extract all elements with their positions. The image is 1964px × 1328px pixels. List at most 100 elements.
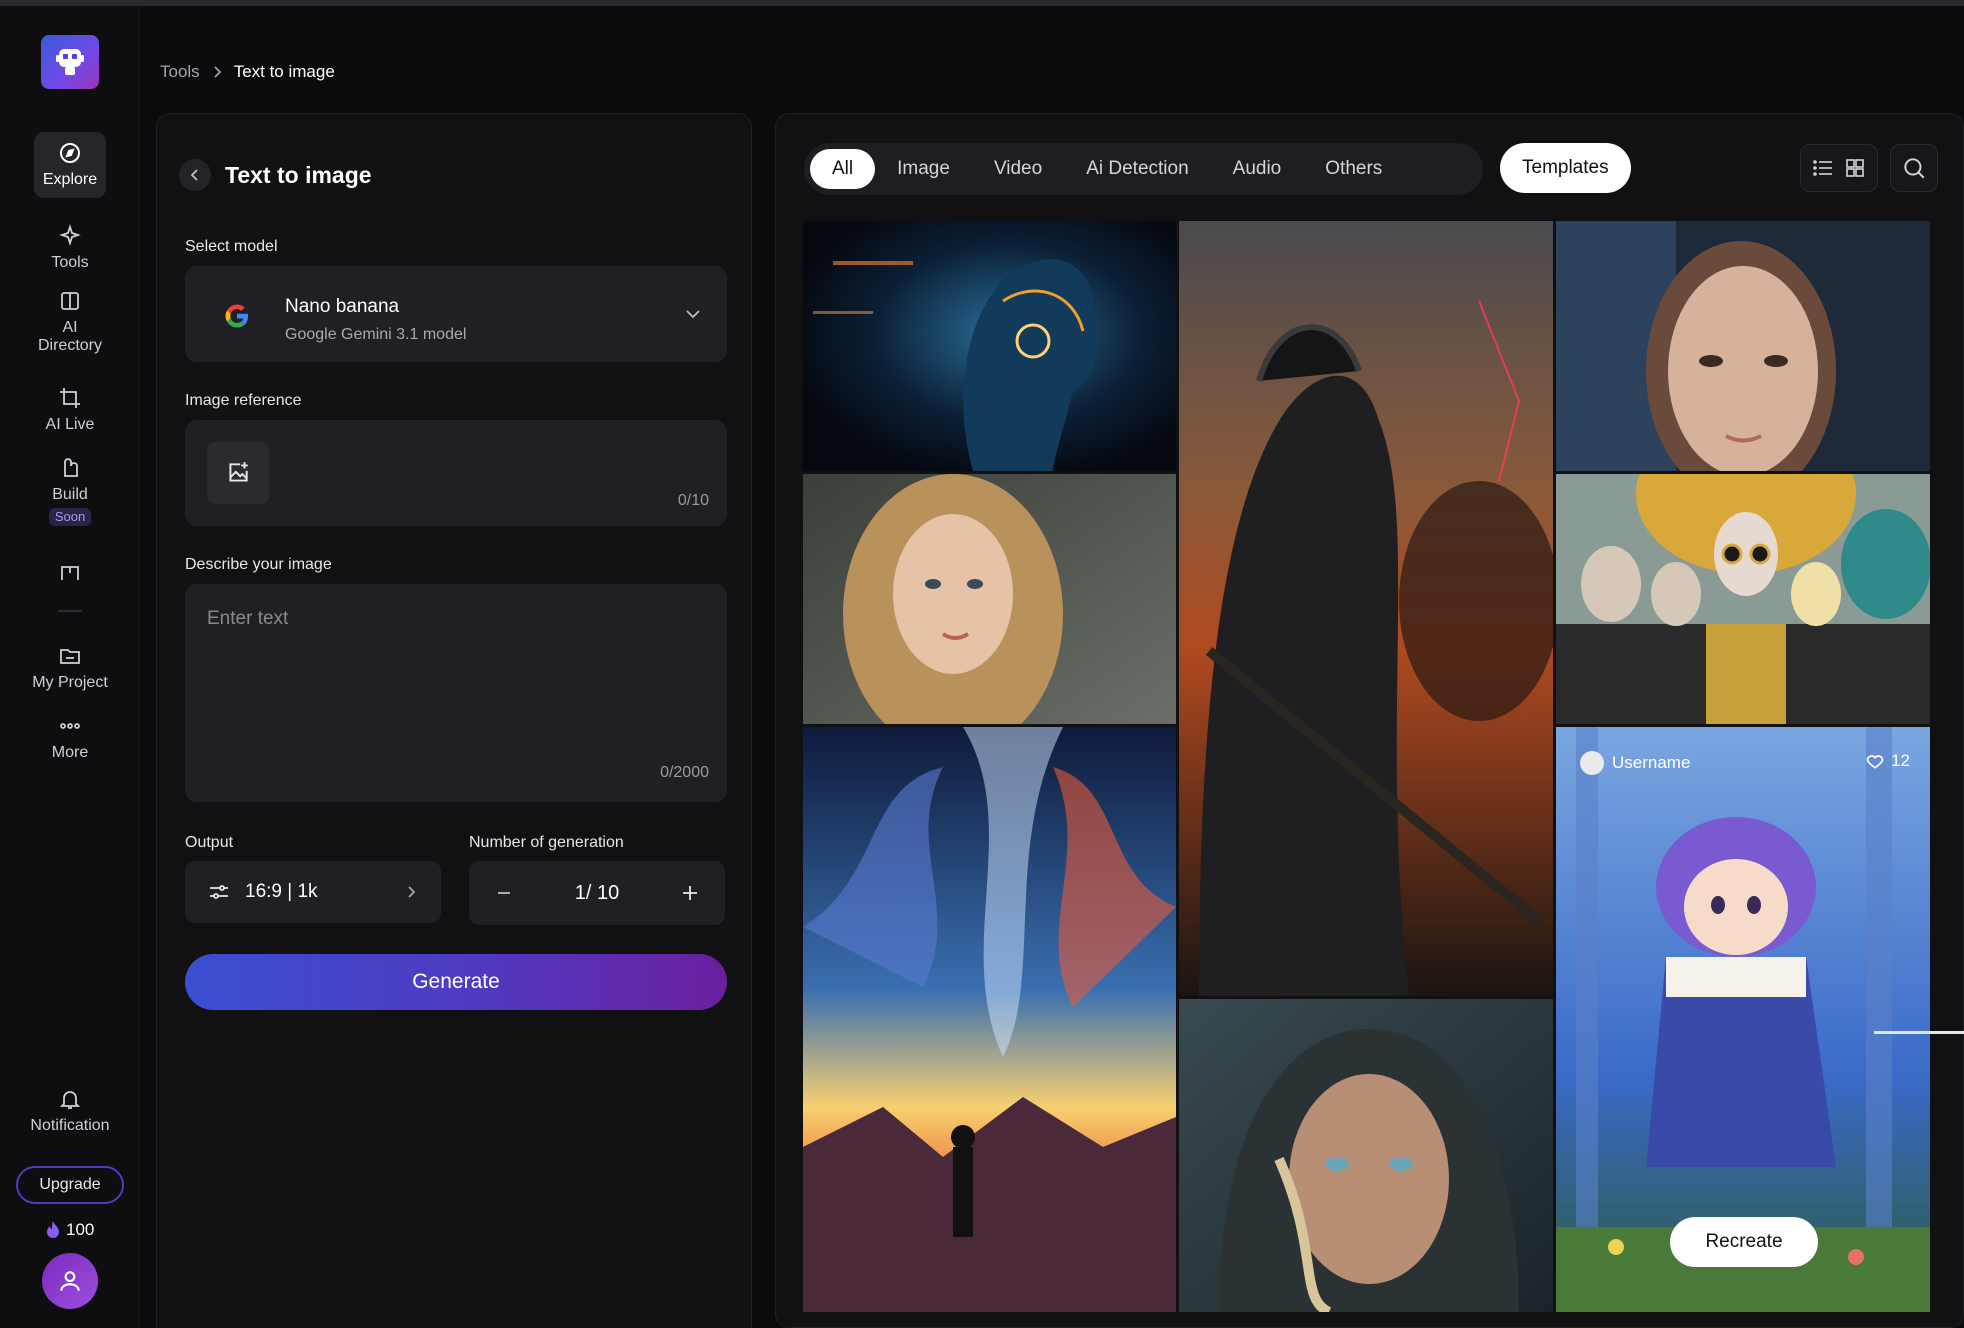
compass-icon (60, 143, 80, 163)
sidebar-item-more[interactable]: More (0, 714, 140, 762)
window-top-bar (0, 0, 1964, 6)
image-reference-label: Image reference (185, 392, 302, 409)
image-reference-dropzone[interactable]: 0/10 (185, 420, 727, 526)
sidebar-item-label: My Project (32, 674, 108, 691)
like-count[interactable]: 12 (1865, 751, 1910, 771)
sparkle-icon (59, 224, 81, 246)
credits-value: 100 (66, 1220, 95, 1239)
scroll-indicator[interactable] (1874, 1031, 1964, 1034)
sidebar: Explore Tools AI Directory AI Live Build… (0, 6, 140, 1328)
page-title: Text to image (225, 161, 372, 188)
card-user[interactable]: Username (1580, 751, 1690, 775)
generation-stepper: 1/ 10 (469, 861, 725, 925)
avatar[interactable] (42, 1253, 98, 1309)
image-reference-count: 0/10 (677, 492, 709, 509)
sidebar-item-label: Notification (30, 1117, 110, 1134)
prompt-input[interactable] (185, 584, 727, 754)
gallery-item-surreal-figures[interactable] (1556, 474, 1930, 724)
sidebar-item-build[interactable]: Build Soon (0, 456, 140, 526)
generation-value: 1/ 10 (574, 881, 620, 904)
gallery-item-anime-girl[interactable]: Username 12 Recreate (1556, 727, 1930, 1312)
breadcrumb: Tools Text to image (160, 62, 335, 82)
chevron-left-icon (190, 169, 198, 181)
add-image-icon (229, 462, 248, 482)
sidebar-item-explore[interactable]: Explore (34, 132, 106, 198)
add-image-button[interactable] (207, 442, 269, 504)
plus-icon (682, 886, 697, 900)
sidebar-item-label: More (51, 744, 89, 761)
hooded-girl-image (1179, 999, 1553, 1312)
sidebar-item-split-frame[interactable] (0, 562, 140, 592)
sliders-icon (210, 885, 228, 899)
chevron-right-icon (408, 886, 416, 898)
tab-image[interactable]: Image (875, 149, 972, 189)
describe-field: 0/2000 (185, 584, 727, 802)
output-settings-button[interactable]: 16:9 | 1k (185, 861, 441, 923)
gallery-item-hooded-girl[interactable] (1179, 999, 1553, 1312)
spartan-warrior-image (1179, 221, 1553, 996)
directory-icon (61, 292, 79, 310)
model-select[interactable]: Nano banana Google Gemini 3.1 model (185, 266, 727, 362)
gallery-item-portrait-blonde[interactable] (803, 474, 1176, 724)
user-icon (60, 1271, 80, 1291)
cyborg-image (803, 221, 1176, 471)
describe-label: Describe your image (185, 556, 332, 573)
app-logo[interactable] (41, 35, 99, 89)
blonde-portrait-image (803, 474, 1176, 724)
sidebar-item-notification[interactable]: Notification (0, 1087, 140, 1135)
heart-icon (1866, 755, 1884, 769)
view-toggle (1800, 144, 1878, 192)
sidebar-item-label: Explore (42, 171, 98, 188)
tab-audio[interactable]: Audio (1211, 149, 1304, 189)
sidebar-item-ai-live[interactable]: AI Live (0, 386, 140, 434)
tab-ai-detection[interactable]: Ai Detection (1064, 149, 1210, 189)
digital-face-image (1556, 221, 1930, 471)
more-dots-icon (60, 723, 80, 729)
search-button[interactable] (1890, 144, 1938, 192)
credits-balance: 100 (44, 1220, 94, 1240)
gallery-item-cosmic-landscape[interactable] (803, 727, 1176, 1312)
bell-icon (59, 1091, 81, 1109)
sidebar-item-label: Build (52, 486, 88, 503)
gallery-item-digital-face[interactable] (1556, 221, 1930, 471)
list-view-icon[interactable] (1812, 157, 1834, 179)
breadcrumb-tools[interactable]: Tools (160, 62, 200, 82)
flame-icon (47, 1221, 59, 1238)
likes-value: 12 (1891, 751, 1910, 770)
gallery-item-cyborg[interactable] (803, 221, 1176, 471)
build-icon (64, 458, 78, 477)
tab-all[interactable]: All (810, 149, 876, 189)
back-button[interactable] (179, 159, 211, 191)
breadcrumb-current: Text to image (233, 62, 335, 81)
sidebar-item-label: AI Live (45, 416, 95, 433)
folder-icon (60, 649, 80, 664)
gallery-item-spartan-warrior[interactable] (1179, 221, 1553, 996)
select-model-label: Select model (185, 238, 278, 255)
sidebar-item-tools[interactable]: Tools (0, 224, 140, 272)
chevron-down-icon (686, 310, 700, 319)
sidebar-item-label: Tools (51, 254, 89, 271)
recreate-button[interactable]: Recreate (1670, 1217, 1818, 1267)
tab-others[interactable]: Others (1303, 149, 1404, 189)
soon-badge: Soon (48, 508, 92, 526)
generate-button[interactable]: Generate (185, 954, 727, 1010)
username: Username (1612, 753, 1691, 772)
output-label: Output (185, 834, 234, 851)
generation-label: Number of generation (469, 834, 624, 851)
surreal-figures-image (1556, 474, 1930, 724)
robot-logo-icon (56, 49, 84, 75)
upgrade-button[interactable]: Upgrade (16, 1166, 124, 1204)
sidebar-item-label: AI Directory (37, 319, 102, 354)
decrement-button[interactable] (489, 878, 519, 908)
sidebar-item-ai-directory[interactable]: AI Directory (0, 289, 140, 355)
increment-button[interactable] (675, 878, 705, 908)
category-tabs: All Image Video Ai Detection Audio Other… (804, 143, 1483, 195)
tab-video[interactable]: Video (972, 149, 1064, 189)
templates-button[interactable]: Templates (1500, 143, 1631, 193)
sidebar-divider (58, 610, 82, 612)
chevron-right-icon (214, 66, 221, 78)
grid-view-icon[interactable] (1844, 157, 1866, 179)
sidebar-item-my-project[interactable]: My Project (0, 644, 140, 692)
cosmic-landscape-image (803, 727, 1176, 1312)
split-frame-icon (61, 566, 79, 580)
